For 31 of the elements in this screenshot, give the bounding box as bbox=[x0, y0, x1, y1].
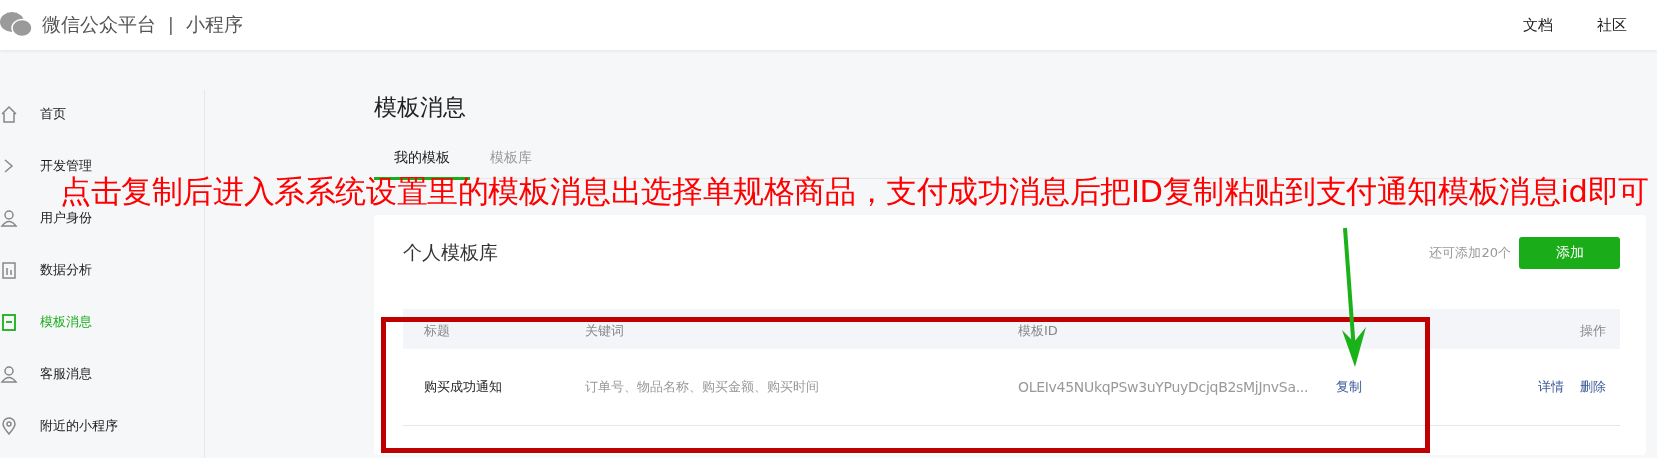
card-title: 个人模板库 bbox=[403, 240, 499, 265]
sidebar-item[interactable]: 数据分析 bbox=[0, 260, 204, 280]
copy-link[interactable]: 复制 bbox=[1336, 378, 1362, 396]
product-title: 小程序 bbox=[185, 12, 243, 37]
quota-text: 还可添加20个 bbox=[1429, 244, 1511, 262]
column-header: 标题 bbox=[423, 322, 451, 340]
title-separator: | bbox=[168, 15, 174, 35]
header-link[interactable]: 文档 bbox=[1523, 15, 1553, 35]
sidebar-item[interactable]: 首页 bbox=[0, 104, 204, 124]
table-cell: 订单号、物品名称、购买金额、购买时间 bbox=[585, 378, 819, 396]
action-link[interactable]: 删除 bbox=[1580, 378, 1606, 396]
sidebar-item[interactable]: 用户身份 bbox=[0, 208, 204, 228]
column-header: 模板ID bbox=[1018, 322, 1059, 340]
header-link[interactable]: 社区 bbox=[1597, 15, 1627, 35]
table-cell: 购买成功通知 bbox=[424, 378, 502, 396]
sidebar-item[interactable]: 客服消息 bbox=[0, 364, 204, 384]
user-icon bbox=[0, 364, 18, 384]
sidebar-item[interactable]: 开发管理 bbox=[0, 156, 204, 176]
sidebar-item[interactable]: 附近的小程序 bbox=[0, 416, 204, 436]
action-link[interactable]: 详情 bbox=[1538, 378, 1564, 396]
annotation-text: 点击复制后进入系系统设置里的模板消息出选择单规格商品，支付成功消息后把ID复制粘贴到支付通知模板消息id即可 bbox=[60, 177, 1649, 208]
column-header: 操作 bbox=[1580, 322, 1607, 340]
brand-title: 微信公众平台 bbox=[42, 12, 156, 37]
table-cell: OLEIv45NUkqPSw3uYPuyDcjqB2sMjJnvSa... bbox=[1018, 379, 1309, 395]
page-title: 模板消息 bbox=[374, 93, 467, 122]
document-icon bbox=[0, 312, 18, 332]
home-icon bbox=[0, 104, 18, 124]
user-icon bbox=[0, 208, 18, 228]
location-pin-icon bbox=[0, 416, 18, 436]
chart-icon bbox=[0, 260, 18, 280]
column-header: 关键词 bbox=[585, 322, 625, 340]
